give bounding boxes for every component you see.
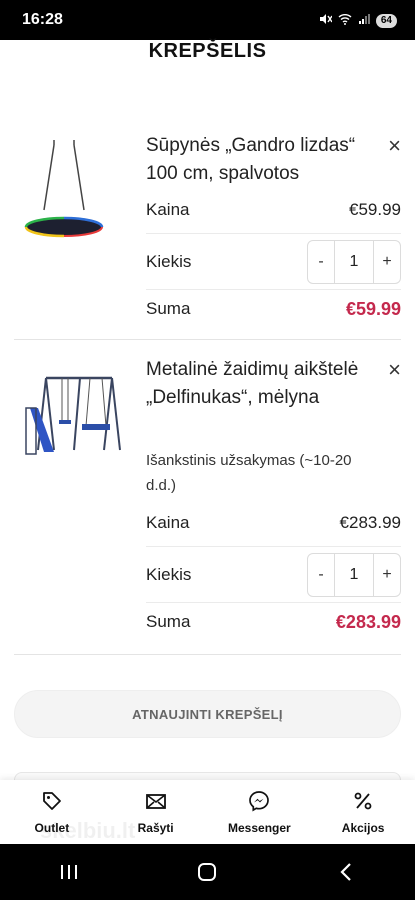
price-row: Kaina €59.99 [146,186,401,234]
sum-label: Suma [146,612,191,631]
wifi-icon [338,13,352,28]
preorder-note: Išankstinis užsakymas (~10-20 d.d.) [146,452,352,494]
price-value: €59.99 [349,199,401,219]
percent-icon [352,790,374,817]
status-bar: 16:28 64 [0,0,415,40]
product-name[interactable]: Metalinė žaidimų aikštelė „Delfinukas“, … [146,356,373,412]
system-nav-bar [0,844,415,900]
cart-item: × Metalinė žaidimų aikštelė „Delfinukas“… [14,340,401,655]
quantity-label: Kiekis [146,251,192,271]
price-label: Kaina [146,199,190,219]
signal-icon [358,13,370,28]
back-icon [340,863,351,881]
sum-value: €283.99 [335,611,401,632]
price-label: Kaina [146,512,190,532]
sum-row: Suma €283.99 [146,598,401,646]
battery-icon: 64 [375,13,397,28]
price-value: €283.99 [339,512,401,532]
nav-item-rasyti[interactable]: Rašyti [104,780,208,844]
page-title: KREPŠELIS [148,40,267,62]
tag-icon [41,790,63,817]
sum-row: Suma €59.99 [146,285,401,333]
decrease-button[interactable]: - [308,554,334,596]
status-icons: 64 [318,12,397,29]
quantity-stepper[interactable]: - 1 + [307,552,401,597]
status-time: 16:28 [22,11,63,28]
bottom-nav: Outlet Rašyti Messenger Akcijos [0,780,415,844]
envelope-icon [145,790,167,817]
cart-item: × Sūpynės „Gandro lizdas“ 100 cm, spalvo… [14,120,401,340]
messenger-icon [248,790,270,817]
quantity-label: Kiekis [146,564,192,584]
nav-label: Messenger [228,820,291,835]
nav-item-akcijos[interactable]: Akcijos [311,780,415,844]
home-button[interactable] [177,852,237,892]
sum-value: €59.99 [345,298,401,319]
sum-label: Suma [146,299,191,318]
increase-button[interactable]: + [374,554,400,596]
increase-button[interactable]: + [374,241,400,283]
quantity-stepper[interactable]: - 1 + [307,239,401,284]
recent-apps-icon [61,865,78,879]
quantity-input[interactable]: 1 [334,240,374,283]
home-icon [198,863,217,881]
product-name[interactable]: Sūpynės „Gandro lizdas“ 100 cm, spalvoto… [146,132,373,188]
mute-icon [318,12,333,29]
update-cart-button[interactable]: ATNAUJINTI KREPŠELĮ [14,690,401,738]
product-image-swing[interactable] [24,140,104,240]
recent-apps-button[interactable] [39,852,99,892]
nav-item-messenger[interactable]: Messenger [208,780,312,844]
price-row: Kaina €283.99 [146,499,401,547]
quantity-input[interactable]: 1 [334,553,374,596]
nav-item-outlet[interactable]: Outlet [0,780,104,844]
remove-item-button[interactable]: × [388,359,401,381]
back-button[interactable] [316,852,376,892]
quantity-row: Kiekis - 1 + [146,234,401,290]
remove-item-button[interactable]: × [388,135,401,157]
decrease-button[interactable]: - [308,241,334,283]
nav-label: Rašyti [137,820,174,835]
product-image-playset[interactable] [24,370,124,460]
nav-label: Akcijos [341,820,385,835]
quantity-row: Kiekis - 1 + [146,547,401,603]
nav-label: Outlet [34,820,70,835]
